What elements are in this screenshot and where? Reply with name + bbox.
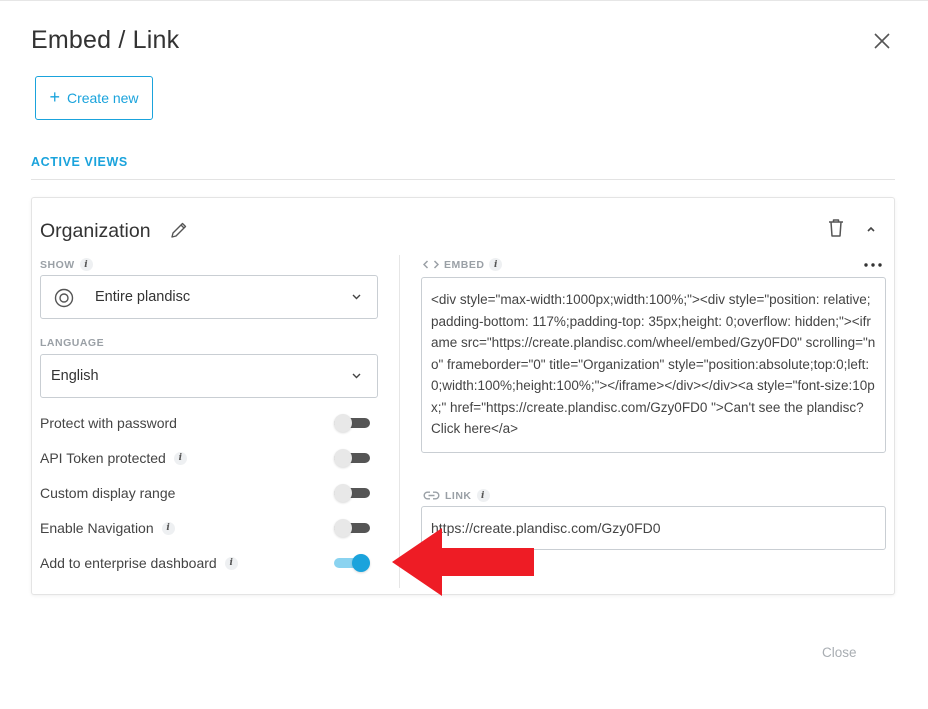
view-title: Organization [40, 220, 151, 242]
language-selected: English [51, 368, 99, 384]
embed-code-textarea[interactable]: <div style="max-width:1000px;width:100%;… [421, 277, 886, 453]
language-select[interactable]: English [40, 354, 378, 398]
show-select[interactable]: Entire plandisc [40, 275, 378, 319]
code-icon [423, 260, 439, 269]
close-button[interactable]: Close [822, 645, 857, 660]
language-label: LANGUAGE [40, 337, 105, 349]
active-views-heading: ACTIVE VIEWS [31, 155, 128, 169]
chevron-down-icon [352, 373, 361, 379]
red-arrow [392, 528, 534, 596]
dialog-title: Embed / Link [31, 26, 180, 54]
link-label: LINK i [423, 489, 490, 502]
link-icon [423, 491, 440, 500]
show-selected: Entire plandisc [95, 289, 191, 305]
create-new-label: Create new [66, 90, 139, 106]
trash-icon[interactable] [827, 218, 845, 238]
chevron-up-icon[interactable] [865, 224, 877, 234]
toggle-label-navigation: Enable Navigation i [40, 520, 175, 536]
toggle-label-api-token: API Token protected i [40, 450, 187, 466]
plus-icon: + [49, 87, 60, 107]
toggle-label-enterprise: Add to enterprise dashboard i [40, 555, 238, 571]
info-icon[interactable]: i [489, 258, 503, 271]
show-label: SHOW i [40, 258, 93, 271]
info-icon[interactable]: i [173, 451, 187, 465]
section-divider [31, 179, 895, 180]
display-range-toggle[interactable] [334, 484, 370, 502]
info-icon[interactable]: i [224, 556, 238, 570]
top-divider [0, 0, 928, 1]
info-icon[interactable]: i [476, 489, 490, 502]
password-toggle[interactable] [334, 414, 370, 432]
more-dots-icon[interactable] [864, 263, 882, 267]
navigation-toggle[interactable] [334, 519, 370, 537]
info-icon[interactable]: i [161, 521, 175, 535]
chevron-down-icon [352, 294, 361, 300]
target-icon [54, 288, 74, 308]
create-new-button[interactable]: + Create new [35, 76, 153, 120]
info-icon[interactable]: i [79, 258, 93, 271]
toggle-label-display-range: Custom display range [40, 485, 176, 501]
pencil-icon[interactable] [169, 220, 189, 240]
close-icon[interactable] [872, 31, 892, 51]
toggle-label-password: Protect with password [40, 415, 177, 431]
enterprise-dashboard-toggle[interactable] [334, 554, 370, 572]
api-token-toggle[interactable] [334, 449, 370, 467]
embed-label: EMBED i [423, 258, 503, 271]
